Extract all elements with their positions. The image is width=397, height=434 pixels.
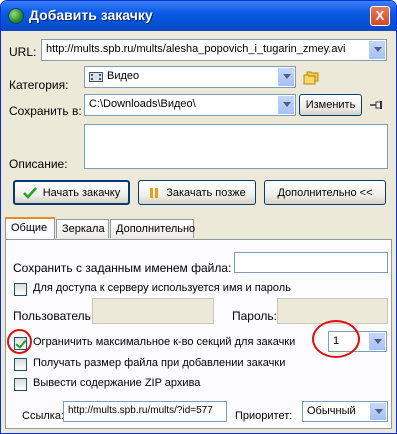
category-combobox[interactable]: Видео: [84, 66, 296, 88]
url-dropdown-arrow[interactable]: [369, 41, 385, 59]
download-later-label: Закачать позже: [166, 186, 246, 199]
title-bar[interactable]: Добавить закачку X: [1, 1, 396, 31]
url-value: http://mults.spb.ru/mults/alesha_popovic…: [46, 43, 346, 55]
auth-checkbox[interactable]: [14, 283, 27, 296]
close-button[interactable]: X: [370, 6, 390, 26]
get-size-label: Получать размер файла при добавлении зак…: [33, 357, 286, 369]
save-to-label: Сохранить в:: [9, 104, 82, 118]
url-label: URL:: [9, 45, 37, 59]
checkmark-icon: [22, 186, 37, 199]
add-download-window: Добавить закачку X URL: http://mults.spb…: [0, 0, 397, 434]
auth-checkbox-label: Для доступа к серверу используется имя и…: [33, 282, 291, 294]
tab-mirrors[interactable]: Зеркала: [56, 219, 109, 238]
download-later-button[interactable]: Закачать позже: [138, 180, 256, 205]
save-as-input[interactable]: [234, 252, 388, 273]
zip-contents-checkbox[interactable]: [14, 378, 27, 391]
user-label: Пользователь:: [13, 309, 95, 323]
priority-label: Приоритет:: [235, 410, 293, 422]
referer-label: Ссылка:: [22, 410, 64, 422]
start-download-label: Начать закачку: [42, 186, 121, 199]
save-path-value: C:\Downloads\Видео\: [89, 98, 196, 110]
save-path-combobox[interactable]: C:\Downloads\Видео\: [84, 94, 296, 116]
save-as-label: Сохранить с заданным именем файла:: [13, 261, 232, 275]
pin-icon[interactable]: [369, 98, 385, 112]
general-tab-panel: Сохранить с заданным именем файла: Для д…: [5, 239, 392, 429]
priority-combobox[interactable]: Обычный: [302, 401, 388, 422]
tab-advanced[interactable]: Дополнительно: [110, 219, 195, 238]
change-path-button[interactable]: Изменить: [299, 94, 362, 116]
user-input[interactable]: [92, 298, 214, 324]
get-size-checkbox[interactable]: [14, 358, 27, 371]
window-title: Добавить закачку: [29, 7, 153, 23]
category-dropdown-arrow[interactable]: [278, 68, 294, 86]
category-value: Видео: [107, 70, 140, 82]
value-highlight-circle: [312, 320, 360, 358]
description-label: Описание:: [9, 157, 68, 171]
referer-input[interactable]: http://mults.spb.ru/mults/?id=577: [63, 401, 227, 422]
referer-value: http://mults.spb.ru/mults/?id=577: [68, 405, 213, 416]
more-options-button[interactable]: Дополнительно <<: [264, 180, 386, 205]
start-download-button[interactable]: Начать закачку: [13, 180, 130, 205]
password-label: Пароль:: [232, 309, 277, 323]
url-combobox[interactable]: http://mults.spb.ru/mults/alesha_popovic…: [41, 39, 387, 61]
priority-value: Обычный: [307, 405, 356, 417]
zip-contents-label: Вывести содержание ZIP архива: [33, 377, 201, 389]
save-path-dropdown-arrow[interactable]: [278, 96, 294, 114]
description-textarea[interactable]: [84, 124, 388, 169]
folders-icon[interactable]: [303, 69, 321, 85]
limit-sections-label: Ограничить максимальное к-во секций для …: [33, 336, 296, 348]
checkbox-highlight-circle: [7, 329, 32, 354]
sections-count-dropdown-arrow[interactable]: [369, 333, 385, 350]
globe-icon: [8, 8, 24, 24]
tab-general[interactable]: Общие: [5, 217, 55, 239]
priority-dropdown-arrow[interactable]: [370, 403, 386, 420]
pause-icon: [150, 187, 159, 198]
category-label: Категория:: [9, 78, 69, 92]
video-category-icon: [89, 71, 103, 83]
